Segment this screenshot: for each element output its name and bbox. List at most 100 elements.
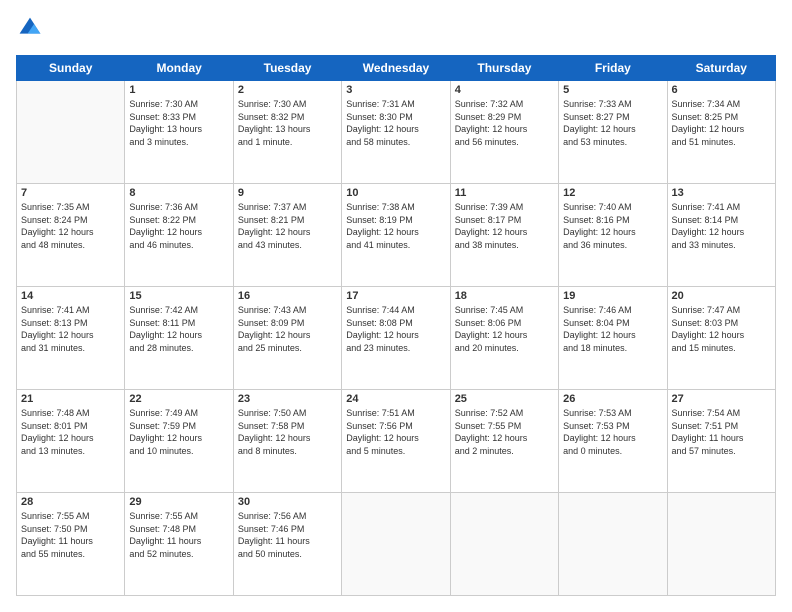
cell-info: Sunrise: 7:50 AM Sunset: 7:58 PM Dayligh… <box>238 407 337 457</box>
calendar-cell <box>667 493 775 596</box>
calendar-cell: 6 Sunrise: 7:34 AM Sunset: 8:25 PM Daylig… <box>667 81 775 184</box>
cell-info: Sunrise: 7:45 AM Sunset: 8:06 PM Dayligh… <box>455 304 554 354</box>
calendar-cell: 4 Sunrise: 7:32 AM Sunset: 8:29 PM Daylig… <box>450 81 558 184</box>
cell-info: Sunrise: 7:34 AM Sunset: 8:25 PM Dayligh… <box>672 98 771 148</box>
day-number: 29 <box>129 496 228 508</box>
day-number: 10 <box>346 187 445 199</box>
logo-icon <box>18 16 42 40</box>
day-number: 24 <box>346 393 445 405</box>
calendar-cell: 26 Sunrise: 7:53 AM Sunset: 7:53 PM Dayli… <box>559 390 667 493</box>
calendar-cell: 11 Sunrise: 7:39 AM Sunset: 8:17 PM Dayli… <box>450 184 558 287</box>
calendar-cell: 21 Sunrise: 7:48 AM Sunset: 8:01 PM Dayli… <box>17 390 125 493</box>
calendar-cell: 16 Sunrise: 7:43 AM Sunset: 8:09 PM Dayli… <box>233 287 341 390</box>
weekday-header-saturday: Saturday <box>667 56 775 81</box>
cell-info: Sunrise: 7:32 AM Sunset: 8:29 PM Dayligh… <box>455 98 554 148</box>
cell-info: Sunrise: 7:49 AM Sunset: 7:59 PM Dayligh… <box>129 407 228 457</box>
cell-info: Sunrise: 7:41 AM Sunset: 8:13 PM Dayligh… <box>21 304 120 354</box>
page: SundayMondayTuesdayWednesdayThursdayFrid… <box>0 0 792 612</box>
calendar-cell: 12Sunrise: 7:40 AM Sunset: 8:16 PM Dayli… <box>559 184 667 287</box>
day-number: 5 <box>563 84 662 96</box>
header <box>16 16 776 45</box>
day-number: 30 <box>238 496 337 508</box>
day-number: 3 <box>346 84 445 96</box>
weekday-header-monday: Monday <box>125 56 233 81</box>
cell-info: Sunrise: 7:46 AM Sunset: 8:04 PM Dayligh… <box>563 304 662 354</box>
day-number: 4 <box>455 84 554 96</box>
calendar-table: SundayMondayTuesdayWednesdayThursdayFrid… <box>16 55 776 596</box>
cell-info: Sunrise: 7:55 AM Sunset: 7:50 PM Dayligh… <box>21 510 120 560</box>
calendar-cell: 10 Sunrise: 7:38 AM Sunset: 8:19 PM Dayli… <box>342 184 450 287</box>
calendar-cell: 18 Sunrise: 7:45 AM Sunset: 8:06 PM Dayli… <box>450 287 558 390</box>
day-number: 25 <box>455 393 554 405</box>
cell-info: Sunrise: 7:39 AM Sunset: 8:17 PM Dayligh… <box>455 201 554 251</box>
day-number: 11 <box>455 187 554 199</box>
cell-info: Sunrise: 7:30 AM Sunset: 8:33 PM Dayligh… <box>129 98 228 148</box>
calendar-cell: 8 Sunrise: 7:36 AM Sunset: 8:22 PM Daylig… <box>125 184 233 287</box>
day-number: 15 <box>129 290 228 302</box>
cell-info: Sunrise: 7:36 AM Sunset: 8:22 PM Dayligh… <box>129 201 228 251</box>
day-number: 16 <box>238 290 337 302</box>
day-number: 18 <box>455 290 554 302</box>
cell-info: Sunrise: 7:30 AM Sunset: 8:32 PM Dayligh… <box>238 98 337 148</box>
cell-info: Sunrise: 7:44 AM Sunset: 8:08 PM Dayligh… <box>346 304 445 354</box>
logo <box>16 16 42 45</box>
day-number: 12 <box>563 187 662 199</box>
weekday-header-sunday: Sunday <box>17 56 125 81</box>
cell-info: Sunrise: 7:48 AM Sunset: 8:01 PM Dayligh… <box>21 407 120 457</box>
cell-info: Sunrise: 7:35 AM Sunset: 8:24 PM Dayligh… <box>21 201 120 251</box>
cell-info: Sunrise: 7:43 AM Sunset: 8:09 PM Dayligh… <box>238 304 337 354</box>
day-number: 8 <box>129 187 228 199</box>
calendar-cell: 13 Sunrise: 7:41 AM Sunset: 8:14 PM Dayli… <box>667 184 775 287</box>
day-number: 9 <box>238 187 337 199</box>
day-number: 21 <box>21 393 120 405</box>
cell-info: Sunrise: 7:31 AM Sunset: 8:30 PM Dayligh… <box>346 98 445 148</box>
calendar-cell: 24 Sunrise: 7:51 AM Sunset: 7:56 PM Dayli… <box>342 390 450 493</box>
calendar-cell <box>17 81 125 184</box>
calendar-cell: 5 Sunrise: 7:33 AM Sunset: 8:27 PM Daylig… <box>559 81 667 184</box>
calendar-cell <box>450 493 558 596</box>
day-number: 19 <box>563 290 662 302</box>
day-number: 27 <box>672 393 771 405</box>
day-number: 7 <box>21 187 120 199</box>
day-number: 13 <box>672 187 771 199</box>
calendar-cell: 23 Sunrise: 7:50 AM Sunset: 7:58 PM Dayli… <box>233 390 341 493</box>
day-number: 20 <box>672 290 771 302</box>
day-number: 14 <box>21 290 120 302</box>
weekday-header-row: SundayMondayTuesdayWednesdayThursdayFrid… <box>17 56 776 81</box>
calendar-cell: 28Sunrise: 7:55 AM Sunset: 7:50 PM Dayli… <box>17 493 125 596</box>
calendar-cell: 7 Sunrise: 7:35 AM Sunset: 8:24 PM Daylig… <box>17 184 125 287</box>
calendar-cell: 27 Sunrise: 7:54 AM Sunset: 7:51 PM Dayli… <box>667 390 775 493</box>
calendar-cell: 1 Sunrise: 7:30 AM Sunset: 8:33 PM Daylig… <box>125 81 233 184</box>
cell-info: Sunrise: 7:51 AM Sunset: 7:56 PM Dayligh… <box>346 407 445 457</box>
cell-info: Sunrise: 7:55 AM Sunset: 7:48 PM Dayligh… <box>129 510 228 560</box>
calendar-cell: 29 Sunrise: 7:55 AM Sunset: 7:48 PM Dayli… <box>125 493 233 596</box>
calendar-cell: 9 Sunrise: 7:37 AM Sunset: 8:21 PM Daylig… <box>233 184 341 287</box>
calendar-cell: 17 Sunrise: 7:44 AM Sunset: 8:08 PM Dayli… <box>342 287 450 390</box>
day-number: 23 <box>238 393 337 405</box>
calendar-cell: 14 Sunrise: 7:41 AM Sunset: 8:13 PM Dayli… <box>17 287 125 390</box>
day-number: 1 <box>129 84 228 96</box>
weekday-header-thursday: Thursday <box>450 56 558 81</box>
calendar-cell: 3 Sunrise: 7:31 AM Sunset: 8:30 PM Daylig… <box>342 81 450 184</box>
cell-info: Sunrise: 7:37 AM Sunset: 8:21 PM Dayligh… <box>238 201 337 251</box>
day-number: 6 <box>672 84 771 96</box>
day-number: 2 <box>238 84 337 96</box>
weekday-header-wednesday: Wednesday <box>342 56 450 81</box>
day-number: 17 <box>346 290 445 302</box>
week-row-2: 14 Sunrise: 7:41 AM Sunset: 8:13 PM Dayli… <box>17 287 776 390</box>
calendar-cell: 19 Sunrise: 7:46 AM Sunset: 8:04 PM Dayli… <box>559 287 667 390</box>
week-row-3: 21 Sunrise: 7:48 AM Sunset: 8:01 PM Dayli… <box>17 390 776 493</box>
cell-info: Sunrise: 7:56 AM Sunset: 7:46 PM Dayligh… <box>238 510 337 560</box>
day-number: 26 <box>563 393 662 405</box>
cell-info: Sunrise: 7:38 AM Sunset: 8:19 PM Dayligh… <box>346 201 445 251</box>
calendar-cell <box>559 493 667 596</box>
cell-info: Sunrise: 7:53 AM Sunset: 7:53 PM Dayligh… <box>563 407 662 457</box>
cell-info: Sunrise: 7:41 AM Sunset: 8:14 PM Dayligh… <box>672 201 771 251</box>
week-row-0: 1 Sunrise: 7:30 AM Sunset: 8:33 PM Daylig… <box>17 81 776 184</box>
weekday-header-friday: Friday <box>559 56 667 81</box>
week-row-4: 28Sunrise: 7:55 AM Sunset: 7:50 PM Dayli… <box>17 493 776 596</box>
weekday-header-tuesday: Tuesday <box>233 56 341 81</box>
cell-info: Sunrise: 7:33 AM Sunset: 8:27 PM Dayligh… <box>563 98 662 148</box>
cell-info: Sunrise: 7:54 AM Sunset: 7:51 PM Dayligh… <box>672 407 771 457</box>
calendar-cell: 2 Sunrise: 7:30 AM Sunset: 8:32 PM Daylig… <box>233 81 341 184</box>
